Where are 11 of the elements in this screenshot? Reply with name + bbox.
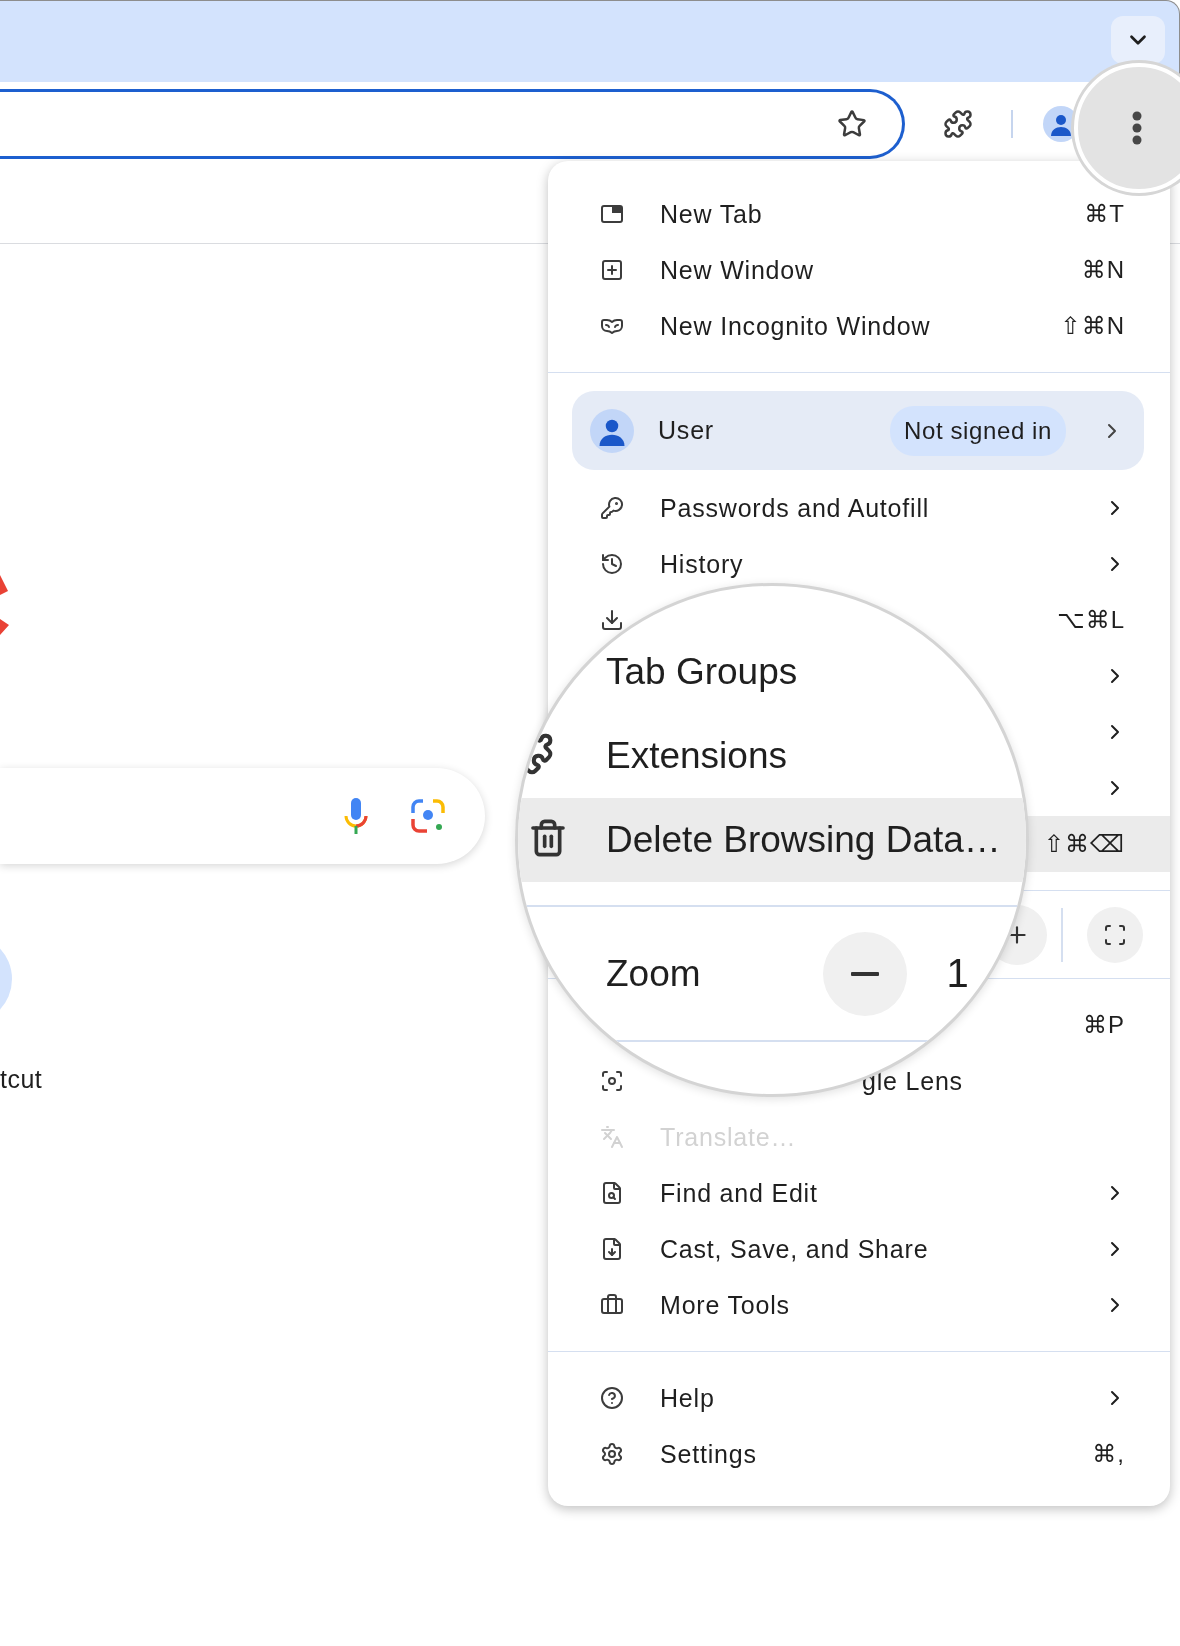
shortcut-label: ⌥⌘L [1057,606,1125,634]
shortcut-label: ⌘T [1084,200,1125,228]
shortcut-label: ⌘P [1083,1011,1125,1039]
shortcut-label: ⇧⌘⌫ [1043,830,1125,858]
shortcut-label: ⌘N [1081,256,1125,284]
shortcut-label: ⌘, [1092,1440,1125,1468]
profile-name: User [658,416,714,445]
sign-in-status: Not signed in [890,405,1066,456]
zoom-label: Zoom [606,952,701,995]
zoom-value: 1 [946,951,969,996]
shortcut-label: ⇧⌘N [1060,312,1125,340]
